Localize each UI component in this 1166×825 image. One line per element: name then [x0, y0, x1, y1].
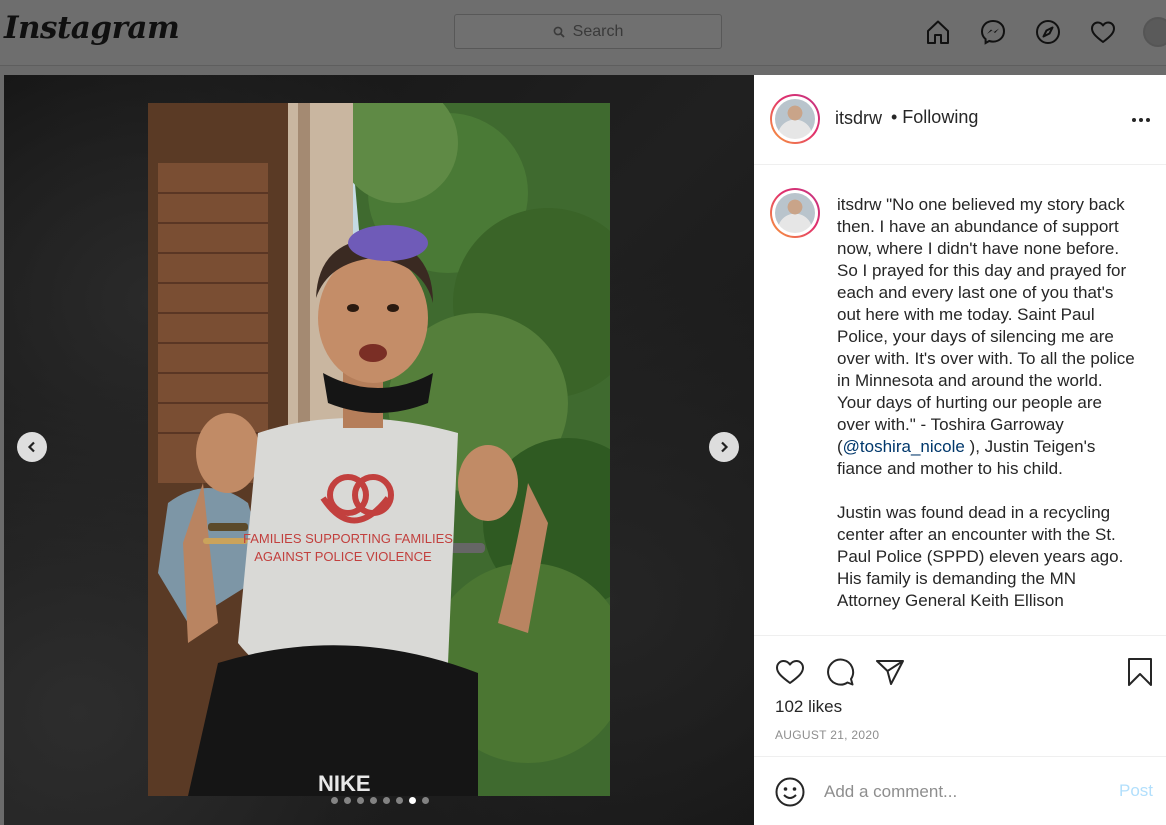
post-date[interactable]: AUGUST 21, 2020: [775, 728, 879, 742]
caption-username[interactable]: itsdrw: [837, 195, 881, 214]
bookmark-icon: [1128, 658, 1152, 686]
post-comment-button[interactable]: Post: [1119, 781, 1153, 801]
explore-icon[interactable]: [1028, 14, 1068, 50]
messenger-icon[interactable]: [973, 14, 1013, 50]
post-side-panel: itsdrw • Following itsdrw "No one believ…: [754, 75, 1166, 825]
share-icon: [876, 660, 904, 685]
caption-area: itsdrw "No one believed my story back th…: [754, 166, 1166, 636]
save-button[interactable]: [1123, 655, 1157, 689]
carousel-dot: [422, 797, 429, 804]
following-status[interactable]: • Following: [891, 107, 978, 128]
instagram-logo[interactable]: Instagram: [4, 10, 180, 46]
carousel-dot: [370, 797, 377, 804]
caption-mention-link[interactable]: @toshira_nicole: [843, 437, 965, 456]
comment-icon: [827, 658, 855, 686]
post-header: itsdrw • Following: [754, 75, 1166, 165]
comment-bar: Post: [754, 756, 1166, 825]
author-username[interactable]: itsdrw: [835, 108, 882, 129]
carousel-dot: [331, 797, 338, 804]
like-count[interactable]: 102 likes: [775, 697, 842, 717]
shirt-text-line2: AGAINST POLICE VIOLENCE: [254, 549, 432, 564]
emoji-icon: [775, 777, 805, 807]
like-button[interactable]: [773, 655, 807, 689]
carousel-dot: [357, 797, 364, 804]
carousel-indicator: [331, 797, 435, 804]
profile-avatar[interactable]: [1143, 17, 1166, 47]
comment-input[interactable]: [824, 779, 1104, 805]
chevron-left-icon: [27, 441, 35, 453]
shirt-text-line1: FAMILIES SUPPORTING FAMILIES: [243, 531, 453, 546]
post-media: FAMILIES SUPPORTING FAMILIES AGAINST POL…: [4, 75, 754, 825]
more-icon: [1132, 118, 1150, 122]
caption-text-2: ), Justin Teigen's fiance and mother to …: [837, 437, 1124, 610]
heart-icon[interactable]: [1083, 14, 1123, 50]
search-icon: [553, 26, 565, 38]
caption-text-1: "No one believed my story back then. I h…: [837, 195, 1140, 456]
share-button[interactable]: [873, 655, 907, 689]
carousel-dot: [344, 797, 351, 804]
post-photo[interactable]: FAMILIES SUPPORTING FAMILIES AGAINST POL…: [148, 103, 610, 796]
comment-button[interactable]: [823, 655, 857, 689]
carousel-prev-button[interactable]: [17, 432, 47, 462]
carousel-dot: [409, 797, 416, 804]
top-nav: Instagram Search: [0, 0, 1166, 66]
home-icon[interactable]: [918, 14, 958, 50]
carousel-next-button[interactable]: [709, 432, 739, 462]
chevron-right-icon: [721, 441, 729, 453]
nike-text: NIKE: [318, 771, 371, 796]
carousel-dot: [383, 797, 390, 804]
search-box[interactable]: Search: [454, 14, 722, 49]
like-icon: [776, 660, 804, 684]
more-options-button[interactable]: [1130, 109, 1152, 136]
post-caption: itsdrw "No one believed my story back th…: [837, 194, 1137, 612]
caption-author-avatar[interactable]: [770, 188, 820, 238]
carousel-dot: [396, 797, 403, 804]
author-avatar[interactable]: [770, 94, 820, 144]
emoji-button[interactable]: [774, 776, 806, 813]
search-placeholder: Search: [572, 22, 624, 40]
post-actions: 102 likes AUGUST 21, 2020 Post: [754, 637, 1166, 825]
